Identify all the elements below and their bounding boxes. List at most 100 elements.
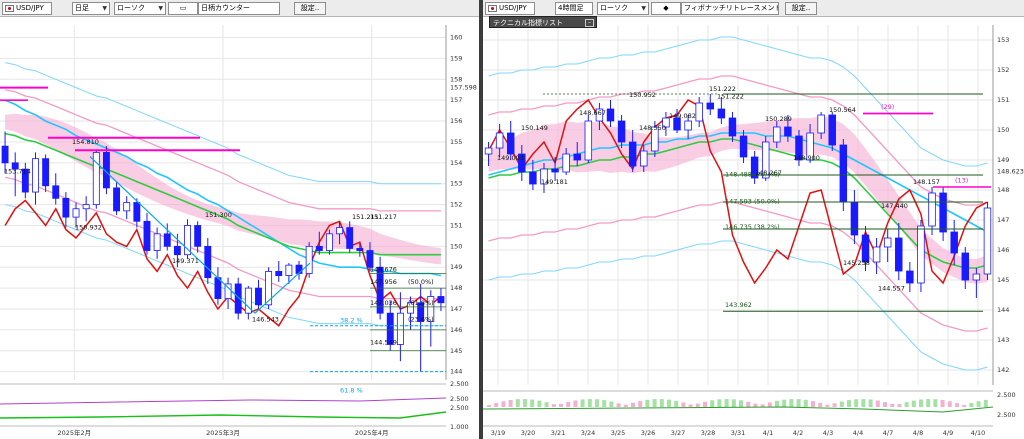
candle-body [356, 248, 364, 251]
price-tick-label: 146 [450, 326, 462, 334]
candle-body [173, 245, 181, 256]
price-annotation: 144.557 [878, 285, 905, 293]
h4-chart-toolbar: USD/JPY 4時間足 ▼ ローソク ▼ ◆ フィボナッチリトレースメント 設定.… [483, 0, 1024, 17]
oscillator-histogram-bar [623, 404, 628, 407]
candle-body [194, 225, 202, 247]
indicator-list-popup[interactable]: テクニカル指標リスト – [489, 16, 597, 28]
date-tick-label: 4/2 [793, 429, 803, 437]
price-tick-label: 2.500 [450, 404, 469, 412]
price-tick-label: 2.500 [450, 380, 469, 388]
date-tick-label: 4/7 [883, 429, 893, 437]
oscillator-histogram-bar [674, 400, 679, 407]
candle-body [695, 102, 703, 122]
oscillator-histogram-bar [775, 400, 779, 407]
fibonacci-percent-label: (50.0%) [408, 278, 434, 286]
price-tick-label: 158 [450, 75, 462, 83]
fibonacci-label: 147.593 (50.0%) [725, 198, 780, 206]
drawing-tool-button[interactable]: ▭ [168, 2, 198, 15]
japan-flag-icon [488, 4, 497, 12]
oscillator-histogram-bar [609, 401, 614, 407]
candle-body [817, 114, 825, 134]
price-tick-label: 145 [997, 276, 1009, 284]
candle-body [204, 245, 212, 279]
price-tick-label: 144 [997, 306, 1009, 314]
drawing-tool-select[interactable]: フィボナッチリトレースメント [681, 2, 779, 15]
price-tick-label: 148 [450, 284, 462, 292]
candle-body [1, 145, 9, 164]
symbol-select[interactable]: USD/JPY [2, 2, 52, 15]
price-annotation: 144.549 [370, 339, 397, 347]
count-label: 61.8 % [340, 387, 363, 395]
oscillator-histogram-bar [904, 402, 909, 407]
candle-body [562, 153, 570, 173]
price-annotation: 146.543 [252, 316, 279, 324]
candle-body [739, 135, 748, 158]
symbol-select[interactable]: USD/JPY [485, 2, 535, 15]
candle-body [52, 185, 60, 199]
oscillator-histogram-bar [602, 400, 607, 407]
candle-body [717, 108, 726, 119]
oscillator-histogram-bar [897, 404, 902, 407]
candle-body [484, 147, 493, 155]
oscillator-histogram-bar [551, 404, 556, 407]
date-tick-label: 3/20 [521, 429, 536, 437]
price-tick-label: 155 [450, 138, 462, 146]
price-tick-label: 151 [450, 221, 462, 229]
price-tick-label: 147 [450, 305, 462, 313]
oscillator-histogram-bar [760, 404, 765, 407]
price-tick-label: 157 [450, 96, 462, 104]
price-tick-label: 148.623 [997, 167, 1024, 175]
oscillator-histogram-bar [544, 402, 549, 407]
candle-body [143, 220, 151, 251]
oscillator-histogram-bar [753, 403, 758, 407]
timeframe-select[interactable]: 日足 ▼ [72, 2, 110, 15]
oscillator-histogram-bar [652, 399, 657, 407]
candle-body [861, 234, 870, 263]
minimize-icon[interactable]: – [585, 19, 594, 27]
oscillator-histogram-bar [501, 401, 506, 407]
oscillator-histogram-bar [530, 399, 535, 407]
oscillator-histogram-bar [717, 399, 722, 407]
candle-body [153, 233, 161, 251]
price-tick-label: 2.500 [450, 395, 469, 403]
chart-type-select[interactable]: ローソク ▼ [597, 2, 649, 15]
candle-body [551, 168, 559, 173]
fibonacci-label: 148.488 (76.4%) [725, 171, 780, 179]
settings-label: 設定.. [791, 4, 811, 12]
settings-label: 設定.. [300, 4, 320, 12]
price-annotation: 147.956 [370, 278, 397, 286]
price-annotation: 145.238 [843, 259, 870, 267]
oscillator-histogram-bar [595, 399, 599, 407]
candle-body [606, 108, 615, 122]
candle-body [784, 126, 792, 137]
price-tick-label: 144 [450, 368, 462, 376]
count-label: (29) [881, 103, 894, 111]
candle-body [396, 312, 404, 345]
oscillator-histogram-bar [645, 399, 650, 407]
candle-body [113, 187, 121, 212]
price-annotation: 148.550 [639, 124, 666, 132]
candle-body [325, 233, 333, 251]
settings-button[interactable]: 設定.. [785, 2, 817, 15]
price-tick-label: 153 [450, 180, 462, 188]
candle-body [640, 150, 648, 167]
candle-body [315, 245, 323, 251]
candle-body [163, 233, 171, 247]
oscillator-histogram-bar [681, 402, 686, 407]
price-tick-label: 156 [450, 117, 462, 125]
settings-button[interactable]: 設定.. [294, 2, 326, 15]
drawing-tool-label: フィボナッチリトレースメント [684, 4, 779, 12]
candle-body [123, 202, 131, 212]
oscillator-histogram-bar [508, 399, 513, 407]
fibonacci-label: 146.735 (38.2%) [725, 223, 780, 231]
oscillator-histogram-bar [890, 403, 895, 407]
timeframe-select[interactable]: 4時間足 ▼ [555, 2, 593, 15]
candle-body [828, 114, 836, 146]
price-tick-label: 153 [997, 36, 1009, 44]
drawing-tool-select[interactable]: 日柄カウンター [198, 2, 280, 15]
candle-body [133, 202, 141, 222]
drawing-tool-button[interactable]: ◆ [651, 2, 681, 15]
price-tick-label: 154 [450, 159, 462, 167]
chart-type-select[interactable]: ローソク ▼ [114, 2, 166, 15]
oscillator-histogram-bar [739, 400, 743, 407]
